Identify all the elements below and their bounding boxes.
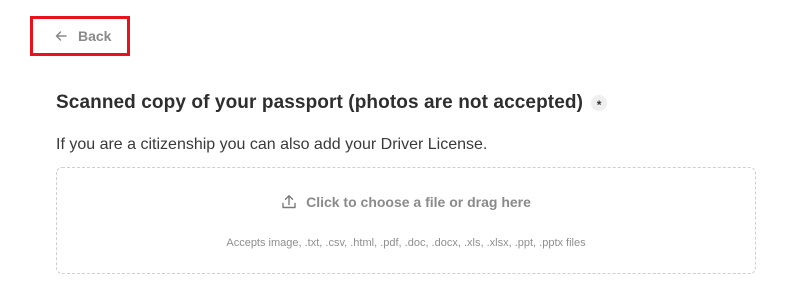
accepted-file-types: Accepts image, .txt, .csv, .html, .pdf, … xyxy=(226,237,586,249)
dropzone-cta[interactable]: Click to choose a file or drag here xyxy=(57,194,755,210)
back-button[interactable]: Back xyxy=(30,16,130,56)
required-indicator: * xyxy=(591,95,608,111)
file-dropzone[interactable]: Click to choose a file or drag here Acce… xyxy=(56,167,756,274)
dropzone-cta-label: Click to choose a file or drag here xyxy=(306,194,531,210)
field-title: Scanned copy of your passport (photos ar… xyxy=(56,92,584,113)
field-description: If you are a citizenship you can also ad… xyxy=(56,136,488,153)
upload-icon xyxy=(282,195,296,209)
upload-page: Back Scanned copy of your passport (phot… xyxy=(0,0,802,305)
arrow-left-icon xyxy=(55,31,67,41)
field-title-row: Scanned copy of your passport (photos ar… xyxy=(56,92,608,114)
back-label: Back xyxy=(78,28,112,44)
